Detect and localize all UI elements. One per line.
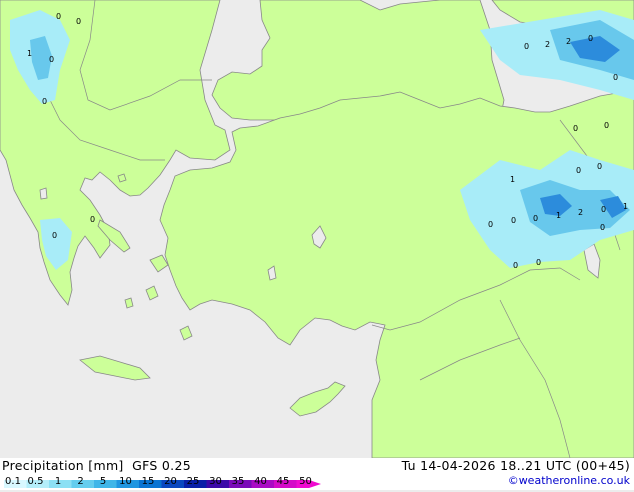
- precip-value: 2: [578, 208, 583, 217]
- precip-value: 0: [49, 55, 54, 64]
- precip-value: 1: [556, 211, 561, 220]
- legend-tick-label: 10: [119, 476, 132, 487]
- forecast-datetime: Tu 14-04-2026 18..21 UTC (00+45): [401, 458, 630, 473]
- precip-value: 0: [613, 73, 618, 82]
- precip-value: 0: [576, 166, 581, 175]
- precip-value: 0: [536, 258, 541, 267]
- thasos: [117, 173, 127, 183]
- precip-value: 0: [524, 42, 529, 51]
- precip-value: 1: [510, 175, 515, 184]
- legend-tick-label: 0.1: [5, 476, 21, 487]
- legend-tick-label: 30: [209, 476, 222, 487]
- precip-value: 0: [511, 216, 516, 225]
- precip-value: 0: [600, 223, 605, 232]
- precip-value: 0: [601, 205, 606, 214]
- legend-tick-label: 45: [276, 476, 290, 487]
- precip-value: 1: [27, 49, 32, 58]
- legend-tick-label: 15: [141, 476, 155, 487]
- precip-value: 0: [52, 231, 57, 240]
- precip-value: 0: [513, 261, 518, 270]
- precip-value: 1: [623, 202, 628, 211]
- precip-value: 0: [588, 34, 593, 43]
- precip-value: 0: [42, 97, 47, 106]
- legend-tick-label: 40: [254, 476, 267, 487]
- legend-tick-label: 50: [299, 476, 312, 487]
- legend-tick-label: 2: [77, 476, 84, 487]
- precip-value: 0: [604, 121, 609, 130]
- legend-tick-label: 35: [231, 476, 245, 487]
- precipitation-map: 0 0 1 0 0 0 0 2 2 0 0 0 0 0 0 1 0 0 0 1 …: [0, 0, 634, 458]
- precip-value: 0: [597, 162, 602, 171]
- legend-tick-label: 0.5: [27, 476, 44, 487]
- precip-value: 0: [573, 124, 578, 133]
- precip-value: 2: [545, 40, 550, 49]
- precip-value: 0: [56, 12, 61, 21]
- map-title: Precipitation [mm] GFS 0.25: [2, 458, 191, 473]
- legend-tick-label: 20: [164, 476, 177, 487]
- precip-value: 0: [488, 220, 493, 229]
- precip-value: 0: [76, 17, 81, 26]
- lake-ohrid: [39, 187, 48, 200]
- legend-tick-label: 1: [54, 476, 62, 487]
- precip-value: 2: [566, 37, 571, 46]
- legend-tick-label: 5: [99, 476, 107, 487]
- footer: Precipitation [mm] GFS 0.25 Tu 14-04-202…: [0, 458, 634, 490]
- site-credit-link[interactable]: ©weatheronline.co.uk: [508, 474, 630, 487]
- precip-value: 0: [533, 214, 538, 223]
- precip-value: 0: [90, 215, 95, 224]
- legend-tick-label: 25: [186, 476, 200, 487]
